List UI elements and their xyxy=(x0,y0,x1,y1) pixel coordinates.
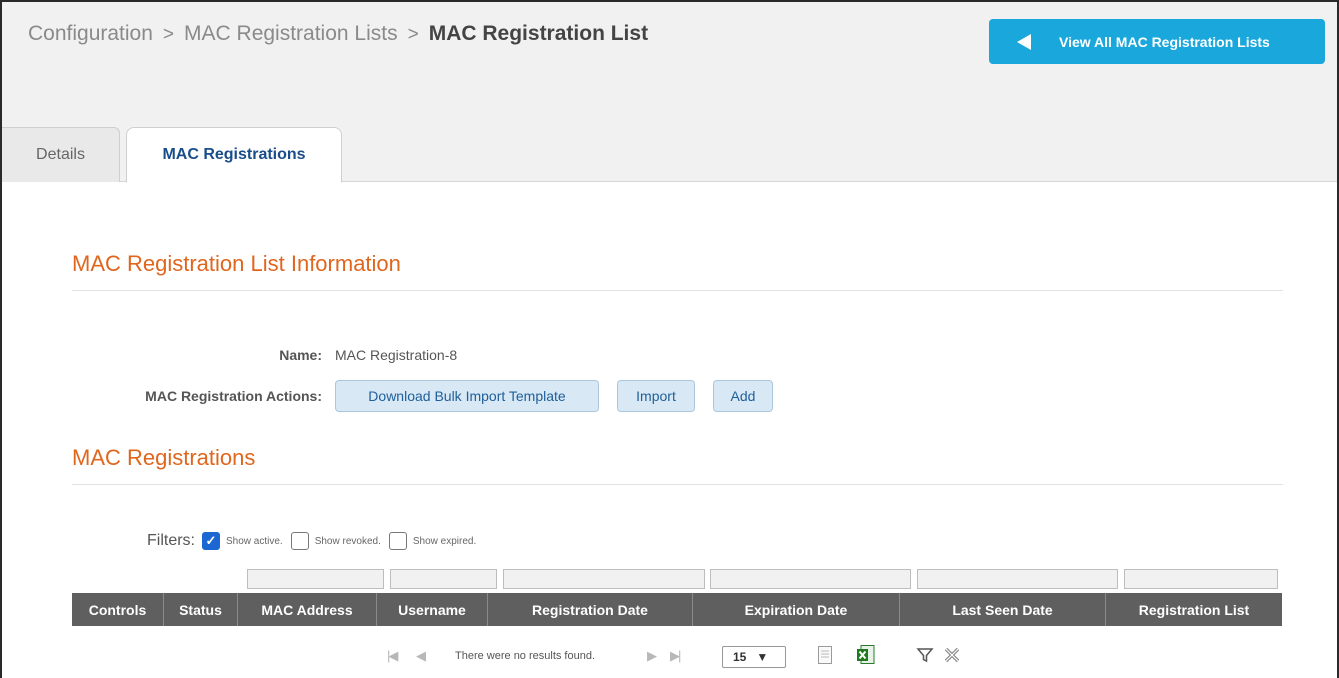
prev-page-icon[interactable]: ◀ xyxy=(416,648,426,664)
tab-mac-registrations[interactable]: MAC Registrations xyxy=(126,127,342,183)
download-bulk-import-template-button[interactable]: Download Bulk Import Template xyxy=(335,380,599,412)
tab-details-label: Details xyxy=(36,146,85,163)
registrations-section-title: MAC Registrations xyxy=(72,445,256,470)
view-all-mac-registration-lists-button[interactable]: View All MAC Registration Lists xyxy=(989,19,1325,64)
last-page-icon[interactable]: ▶| xyxy=(670,648,681,664)
registrations-section-divider xyxy=(72,484,1283,485)
show-active-checkbox[interactable]: ✓ xyxy=(202,532,220,550)
import-button[interactable]: Import xyxy=(617,380,695,412)
expiration-date-filter-input[interactable] xyxy=(917,569,1118,589)
next-page-icon[interactable]: ▶ xyxy=(647,648,657,664)
table-header: Controls Status MAC Address Username Reg… xyxy=(72,593,1282,626)
name-value: MAC Registration-8 xyxy=(335,347,458,363)
show-revoked-label: Show revoked. xyxy=(314,535,381,547)
first-page-icon[interactable]: |◀ xyxy=(387,648,398,664)
tab-mac-registrations-label: MAC Registrations xyxy=(162,146,306,163)
chevron-down-icon: ▼ xyxy=(756,650,769,664)
name-label: Name: xyxy=(279,347,322,363)
info-section-divider xyxy=(72,290,1283,291)
show-expired-label: Show expired. xyxy=(412,535,477,547)
column-header-registration-list[interactable]: Registration List xyxy=(1106,593,1282,626)
status-filter-input[interactable] xyxy=(247,569,384,589)
breadcrumb-separator: > xyxy=(162,24,175,45)
export-excel-icon[interactable] xyxy=(856,644,876,666)
show-revoked-checkbox[interactable] xyxy=(290,532,309,550)
registration-date-filter-input[interactable] xyxy=(710,569,911,589)
export-csv-icon[interactable] xyxy=(817,645,833,665)
no-results-message: There were no results found. xyxy=(455,650,596,662)
breadcrumb-configuration[interactable]: Configuration xyxy=(28,22,153,45)
show-expired-checkbox[interactable] xyxy=(388,532,407,550)
page-size-value: 15 xyxy=(733,650,747,664)
column-header-expiration-date[interactable]: Expiration Date xyxy=(693,593,900,626)
column-header-controls[interactable]: Controls xyxy=(72,593,164,626)
last-seen-date-filter-input[interactable] xyxy=(1124,569,1278,589)
filters-bar: Filters: ✓ Show active. Show revoked. Sh… xyxy=(147,532,484,550)
filters-label: Filters: xyxy=(147,532,195,549)
actions-label: MAC Registration Actions: xyxy=(145,388,322,404)
column-header-mac-address[interactable]: MAC Address xyxy=(238,593,377,626)
filter-icon[interactable] xyxy=(916,646,934,664)
username-filter-input[interactable] xyxy=(503,569,705,589)
breadcrumb-mac-registration-lists[interactable]: MAC Registration Lists xyxy=(184,22,398,45)
page-frame: Configuration > MAC Registration Lists > MAC… xyxy=(0,0,1339,678)
mac-address-filter-input[interactable] xyxy=(390,569,497,589)
breadcrumb-separator: > xyxy=(407,24,419,45)
column-header-last-seen-date[interactable]: Last Seen Date xyxy=(900,593,1106,626)
show-active-label: Show active. xyxy=(226,535,283,547)
breadcrumb: Configuration > MAC Registration Lists > MAC… xyxy=(28,22,648,46)
column-header-registration-date[interactable]: Registration Date xyxy=(488,593,693,626)
breadcrumb-current: MAC Registration List xyxy=(428,22,649,45)
view-all-button-label: View All MAC Registration Lists xyxy=(1059,33,1270,50)
pager-bar: |◀ ◀ There were no results found. ▶ ▶| 1… xyxy=(2,640,1337,670)
column-header-status[interactable]: Status xyxy=(164,593,238,626)
add-button[interactable]: Add xyxy=(713,380,773,412)
back-arrow-icon xyxy=(1017,33,1031,50)
info-section-title: MAC Registration List Information xyxy=(72,251,401,276)
column-header-username[interactable]: Username xyxy=(377,593,488,626)
tab-details[interactable]: Details xyxy=(2,127,120,182)
page-size-select[interactable]: 15 ▼ xyxy=(722,646,786,668)
clear-filter-icon[interactable] xyxy=(943,646,961,664)
